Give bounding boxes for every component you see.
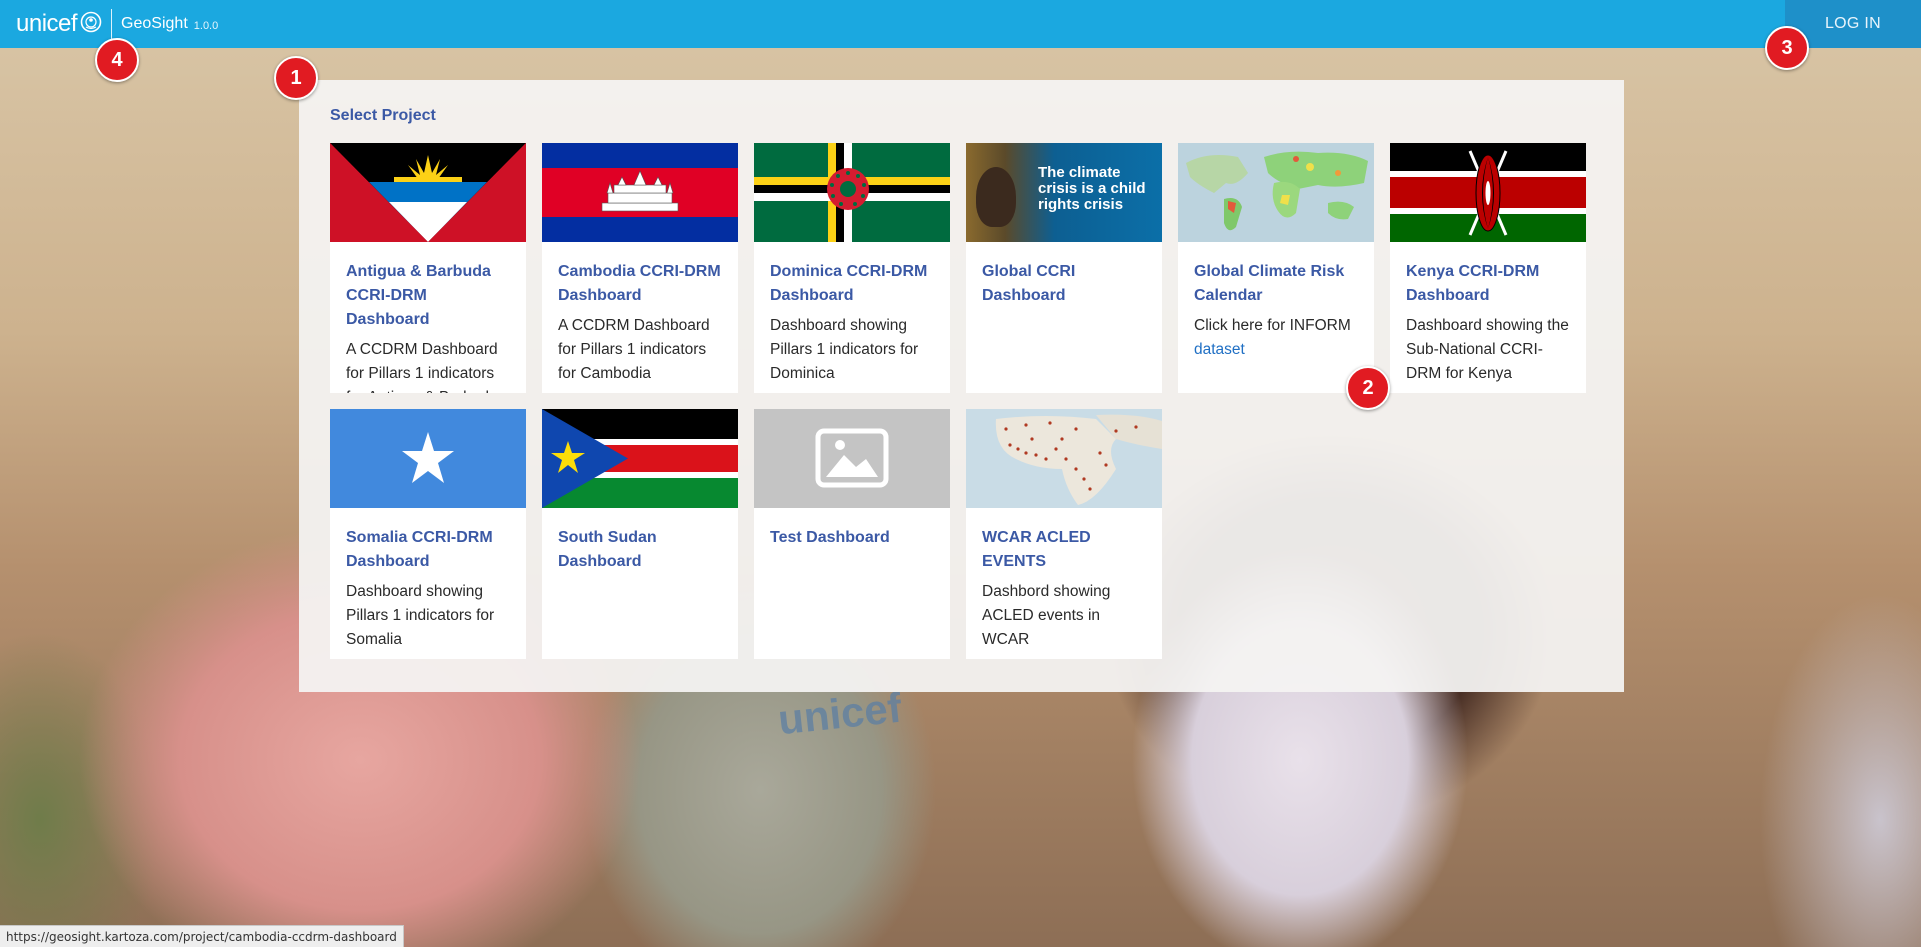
annotation-badge-4: 4 [95,38,139,82]
annotation-badge-1: 1 [274,56,318,100]
project-title: South Sudan Dashboard [558,529,657,570]
annotation-badge-3: 3 [1765,26,1809,70]
project-description: Click here for INFORM dataset [1194,314,1362,362]
project-card-global-ccri[interactable]: The climate crisis is a child rights cri… [966,143,1162,393]
project-card-global-climate-risk-calendar[interactable]: Global Climate Risk Calendar Click here … [1178,143,1374,393]
project-card-wcar-acled[interactable]: WCAR ACLED EVENTS Dashbord showing ACLED… [966,409,1162,659]
poster-child-face [976,167,1016,227]
project-title: Somalia CCRI-DRM Dashboard [346,529,493,570]
kenya-flag-image [1390,143,1586,242]
select-project-panel: Select Project Antigua & Barbuda CCRI-DR… [299,80,1624,692]
image-placeholder-icon [754,409,950,508]
project-description: Dashbord showing ACLED events in WCAR [982,583,1111,648]
dominica-flag-image [754,143,950,242]
project-title: WCAR ACLED EVENTS [982,529,1091,570]
project-card-south-sudan[interactable]: South Sudan Dashboard [542,409,738,659]
description-text: Click here for INFORM [1194,317,1351,334]
project-description: Dashboard showing Pillars 1 indicators f… [346,583,495,648]
africa-events-map-image [966,409,1162,508]
world-map-image [1178,143,1374,242]
app-version: 1.0.0 [193,19,219,32]
project-title: Test Dashboard [770,529,890,546]
unicef-globe-icon [80,11,102,33]
project-title: Cambodia CCRI-DRM Dashboard [558,263,721,304]
antigua-barbuda-flag-image [330,143,526,242]
project-card-dominica[interactable]: Dominica CCRI-DRM Dashboard Dashboard sh… [754,143,950,393]
south-sudan-flag-image [542,409,738,508]
climate-crisis-poster-image: The climate crisis is a child rights cri… [966,143,1162,242]
project-description: Dashboard showing Pillars 1 indicators f… [770,317,919,382]
poster-text: The climate crisis is a child rights cri… [1038,164,1146,213]
project-card-test[interactable]: Test Dashboard [754,409,950,659]
browser-status-bar: https://geosight.kartoza.com/project/cam… [0,925,404,947]
project-description: A CCDRM Dashboard for Pillars 1 indicato… [346,341,498,393]
project-card-somalia[interactable]: Somalia CCRI-DRM Dashboard Dashboard sho… [330,409,526,659]
project-card-cambodia[interactable]: Cambodia CCRI-DRM Dashboard A CCDRM Dash… [542,143,738,393]
project-title: Global CCRI Dashboard [982,263,1076,304]
top-navigation-bar: unicef GeoSight 1.0.0 LOG IN [0,0,1921,48]
cambodia-flag-image [542,143,738,242]
project-card-kenya[interactable]: Kenya CCRI-DRM Dashboard Dashboard showi… [1390,143,1586,393]
project-title: Dominica CCRI-DRM Dashboard [770,263,928,304]
project-title: Global Climate Risk Calendar [1194,263,1345,304]
dataset-link[interactable]: dataset [1194,341,1245,358]
annotation-badge-2: 2 [1346,366,1390,410]
app-name: GeoSight [121,15,188,32]
project-description: Dashboard showing the Sub-National CCRI-… [1406,317,1569,382]
unicef-logo-text: unicef [16,10,78,37]
panel-title: Select Project [330,107,436,124]
project-description: A CCDRM Dashboard for Pillars 1 indicato… [558,317,710,382]
brand-divider [111,9,113,39]
project-card-antigua-barbuda[interactable]: Antigua & Barbuda CCRI-DRM Dashboard A C… [330,143,526,393]
somalia-flag-image [330,409,526,508]
project-grid: Antigua & Barbuda CCRI-DRM Dashboard A C… [330,143,1586,659]
project-title: Kenya CCRI-DRM Dashboard [1406,263,1540,304]
project-title: Antigua & Barbuda CCRI-DRM Dashboard [346,263,491,328]
